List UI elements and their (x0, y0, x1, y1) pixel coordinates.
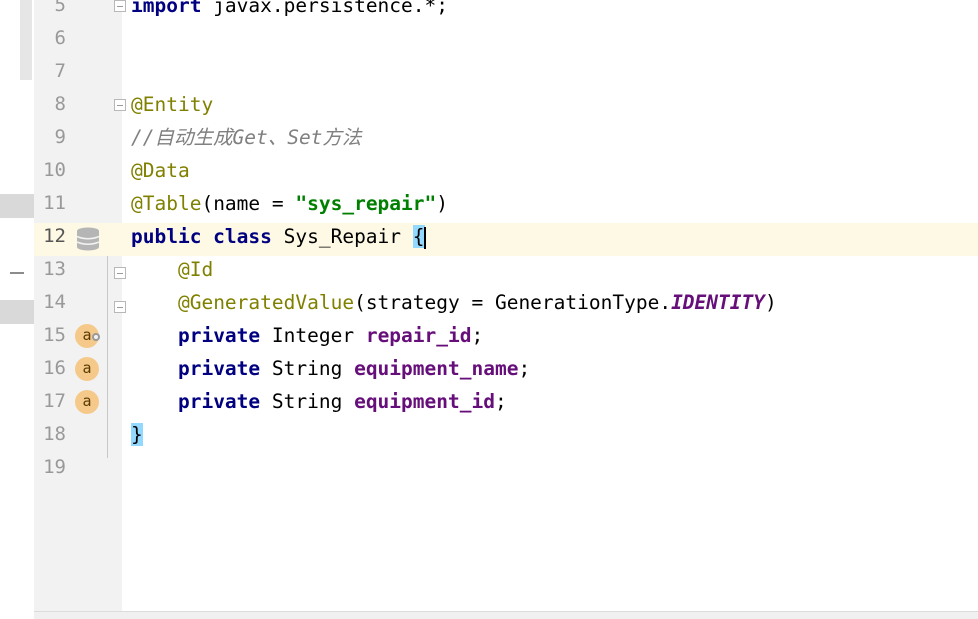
line-number: 5 (54, 0, 66, 16)
line-number: 10 (43, 159, 66, 181)
code-token: ) (436, 192, 449, 215)
code-token: (strategy = GenerationType. (354, 291, 672, 314)
side-marker (0, 300, 34, 324)
line-number: 6 (54, 27, 66, 49)
line-number: 17 (43, 390, 66, 412)
code-token: import (131, 0, 202, 17)
line-number: 12 (43, 225, 66, 247)
line-number: 9 (54, 126, 66, 148)
side-marker (0, 194, 34, 218)
code-token: ; (471, 324, 484, 347)
line-number: 19 (43, 456, 66, 478)
field-icon[interactable]: a (75, 357, 99, 381)
database-icon[interactable] (74, 226, 102, 252)
fold-icon[interactable] (114, 301, 126, 313)
code-token: equipment_name (354, 357, 519, 380)
code-token: javax.persistence.*; (201, 0, 448, 17)
code-token: Integer (260, 324, 366, 347)
code-token: "sys_repair" (295, 192, 437, 215)
text-caret (423, 226, 426, 249)
key-icon (92, 333, 100, 341)
code-line[interactable]: @Id (131, 253, 213, 286)
code-token: } (131, 423, 143, 446)
code-token: IDENTITY (671, 291, 765, 314)
line-number: 13 (43, 258, 66, 280)
field-icon[interactable]: a (75, 390, 99, 414)
code-line[interactable]: import javax.persistence.*; (131, 0, 448, 22)
code-token: @Table (131, 192, 202, 215)
code-line[interactable]: private String equipment_id; (131, 385, 507, 418)
code-line[interactable]: } (131, 418, 143, 451)
line-number: 14 (43, 291, 66, 313)
code-token: String (260, 357, 355, 380)
code-token: equipment_id (354, 390, 495, 413)
line-number: 18 (43, 423, 66, 445)
code-token: Sys_Repair (271, 225, 413, 248)
fold-icon[interactable] (114, 267, 126, 279)
collapse-icon[interactable] (10, 272, 24, 274)
code-line[interactable]: @Data (131, 154, 190, 187)
code-token: @Id (177, 258, 214, 281)
code-line[interactable]: @Entity (131, 88, 213, 121)
code-token: @Entity (131, 93, 214, 116)
line-number: 8 (54, 93, 66, 115)
line-number: 7 (54, 60, 66, 82)
code-line[interactable]: //自动生成Get、Set方法 (131, 121, 361, 154)
code-token: String (260, 390, 355, 413)
code-token: (name = (201, 192, 296, 215)
code-line[interactable]: @Table(name = "sys_repair") (131, 187, 448, 220)
code-token: ; (518, 357, 531, 380)
code-line[interactable]: public class Sys_Repair { (131, 220, 426, 253)
code-line[interactable]: private String equipment_name; (131, 352, 530, 385)
code-token: ) (764, 291, 777, 314)
line-number: 15 (43, 324, 66, 346)
scrollbar-thumb[interactable] (20, 0, 32, 80)
code-token: @GeneratedValue (177, 291, 355, 314)
code-line[interactable]: private Integer repair_id; (131, 319, 483, 352)
code-token: ; (494, 390, 507, 413)
fold-icon[interactable] (114, 99, 126, 111)
fold-guide (107, 256, 108, 458)
line-number: 16 (43, 357, 66, 379)
code-token: @Data (131, 159, 190, 182)
code-token: public class (131, 225, 272, 248)
code-token: private (177, 357, 261, 380)
code-token: repair_id (365, 324, 472, 347)
fold-icon[interactable] (114, 0, 126, 12)
code-line[interactable]: @GeneratedValue(strategy = GenerationTyp… (131, 286, 777, 319)
code-token: private (177, 324, 261, 347)
code-token: //自动生成Get、Set方法 (131, 126, 362, 149)
code-token: private (177, 390, 261, 413)
line-number: 11 (43, 192, 66, 214)
